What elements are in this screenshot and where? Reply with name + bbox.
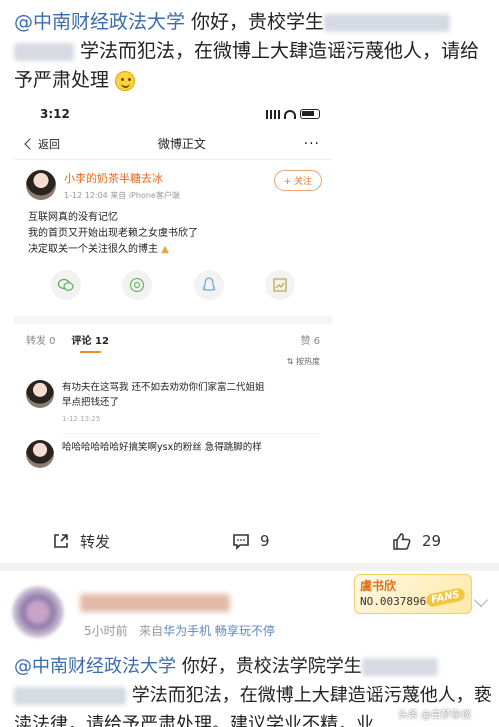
sort-icon: ⇅ (286, 357, 294, 366)
share-row (14, 258, 332, 312)
mention-link[interactable]: @中南财经政法大学 (14, 656, 176, 677)
post1-text-b: 学法而犯法，在微博上大肆造谣污蔑他人，请给予严肃处理 (14, 40, 480, 91)
divider (0, 563, 499, 571)
post1-text: @中南财经政法大学 你好，贵校学生 学法而犯法，在微博上大肆造谣污蔑他人，请给予… (14, 8, 490, 95)
redacted-name-2 (14, 42, 74, 61)
watermark-text: 头条 @白梦杂谈 (398, 710, 472, 721)
comment-meta: 1-12 13:25 (62, 415, 101, 423)
redacted-name-2 (14, 687, 126, 705)
avatar[interactable] (26, 380, 54, 408)
qq-icon[interactable] (193, 270, 224, 300)
smile-emoji-icon (115, 70, 136, 91)
post1-text-a: 你好，贵校学生 (185, 11, 325, 33)
comment-line: 早点把钱还了 (62, 397, 120, 408)
watermark: 头条 @白梦杂谈 (398, 706, 471, 721)
back-label: 返回 (38, 137, 60, 151)
repost-label: 转发 (80, 532, 111, 551)
save-image-icon[interactable] (265, 270, 296, 300)
post-line: 互联网真的没有记忆 (28, 212, 118, 223)
avatar[interactable] (26, 170, 56, 200)
comment-count: 9 (260, 532, 270, 550)
sort-label: 按热度 (296, 357, 320, 366)
comment-button[interactable]: 9 (232, 532, 270, 550)
post-body: 互联网真的没有记忆 我的首页又开始出现老赖之女虞书欣了 决定取关一个关注很久的博… (14, 201, 332, 258)
pray-hands-icon: ▲ (161, 244, 169, 255)
fan-badge[interactable]: 虞书欣 NO.0037896 FANS (354, 574, 472, 614)
avatar[interactable] (12, 586, 64, 638)
status-bar: 3:12 (14, 100, 332, 128)
like-button[interactable]: 29 (392, 532, 441, 550)
nav-title: 微博正文 (157, 137, 206, 151)
back-button[interactable]: 返回 (24, 136, 60, 152)
post2-text-a: 你好，贵校法学院学生 (176, 656, 362, 677)
repost-icon (54, 534, 68, 548)
tab-bar: 转发 0 评论 12 赞 6 (14, 324, 332, 354)
comment-item: 有功夫在这骂我 还不如去劝劝你们家富二代姐姐 早点把钱还了 1-12 13:25 (14, 374, 332, 427)
post2-source-prefix: 来自 (139, 624, 164, 638)
fan-badge-tag: FANS (425, 587, 466, 608)
post2-time: 5小时前 (84, 624, 128, 638)
tab-likes[interactable]: 赞 6 (300, 332, 320, 347)
redacted-username[interactable] (80, 594, 230, 612)
tab-repost[interactable]: 转发 0 (26, 332, 56, 347)
post-header: 小李的奶茶半糖去冰 1-12 12:04 来自 iPhone客户端 + 关注 (14, 160, 332, 201)
divider (14, 316, 332, 324)
avatar[interactable] (26, 440, 54, 468)
sort-toggle[interactable]: ⇅ 按热度 (14, 354, 332, 374)
embedded-screenshot[interactable]: 3:12 返回 微博正文 ··· 小李的奶茶半糖去冰 1-12 12:04 来自… (14, 100, 332, 520)
like-count: 29 (422, 532, 442, 550)
post-line: 我的首页又开始出现老赖之女虞书欣了 (28, 228, 198, 239)
signal-icon (266, 109, 280, 119)
chevron-down-icon[interactable] (473, 592, 489, 608)
username[interactable]: 小李的奶茶半糖去冰 (64, 170, 180, 186)
moments-icon[interactable] (122, 270, 153, 300)
post-meta: 1-12 12:04 来自 iPhone客户端 (64, 191, 180, 200)
wifi-icon (284, 109, 296, 119)
comment-item: 哈哈哈哈哈哈好搞笑啊ysx的粉丝 急得跳脚的样 (14, 434, 332, 468)
redacted-name (324, 13, 451, 32)
comment-icon (233, 534, 249, 550)
follow-button[interactable]: + 关注 (273, 170, 322, 191)
comment-line: 有功夫在这骂我 还不如去劝劝你们家富二代姐姐 (62, 382, 265, 393)
repost-button[interactable]: 转发 (52, 531, 110, 552)
more-icon[interactable]: ··· (304, 136, 320, 152)
post-line: 决定取关一个关注很久的博主 ▲ (28, 244, 169, 255)
nav-bar: 返回 微博正文 ··· (14, 128, 332, 160)
battery-icon (300, 109, 320, 119)
thumbs-up-icon (393, 533, 411, 550)
mention-link[interactable]: @中南财经政法大学 (14, 11, 185, 33)
status-time: 3:12 (40, 107, 70, 121)
fan-badge-number: NO.0037896 (360, 595, 427, 608)
comment-line: 哈哈哈哈哈哈好搞笑啊ysx的粉丝 急得跳脚的样 (62, 442, 262, 453)
wechat-icon[interactable] (50, 270, 81, 300)
post2-source[interactable]: 华为手机 畅享玩不停 (163, 624, 275, 638)
chevron-left-icon (24, 137, 36, 150)
post2-meta: 5小时前 来自华为手机 畅享玩不停 (84, 622, 275, 639)
tab-comments[interactable]: 评论 12 (72, 332, 109, 353)
action-bar: 转发 9 29 (0, 523, 499, 559)
redacted-name (361, 658, 438, 676)
fan-badge-title: 虞书欣 (360, 579, 397, 593)
